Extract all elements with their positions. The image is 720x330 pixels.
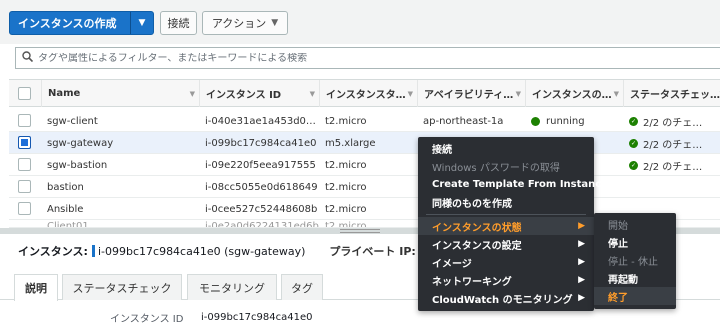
menu-item-instance-state[interactable]: インスタンスの状態 ▶ [418, 217, 594, 235]
menu-item-get-windows-password[interactable]: Windows パスワードの取得 [418, 157, 594, 175]
instance-name: bastion [47, 181, 84, 193]
menu-item-instance-settings[interactable]: インスタンスの設定 ▶ [418, 235, 594, 253]
instance-id: i-0e2a0d6224131ed6b [205, 220, 319, 228]
instance-type: t2.micro [325, 115, 367, 127]
actions-label: アクション [211, 17, 267, 30]
detail-field-row: インスタンス ID i-099bc17c984ca41e0 [0, 308, 720, 326]
menu-item-start[interactable]: 開始 [594, 215, 676, 233]
selected-indicator [91, 245, 95, 257]
menu-divider [426, 214, 586, 215]
running-status-icon [531, 116, 540, 126]
connect-button[interactable]: 接続 [160, 11, 197, 35]
menu-item-stop-hibernate[interactable]: 停止 - 休止 [594, 251, 676, 269]
toolbar: インスタンスの作成 ▼ 接続 アクション ▼ [0, 0, 720, 44]
check-ok-icon: ✓ [629, 138, 638, 148]
filter-search-bar[interactable] [15, 47, 720, 69]
row-checkbox[interactable] [18, 136, 31, 149]
search-input[interactable] [38, 52, 688, 64]
actions-button[interactable]: アクション ▼ [202, 11, 288, 35]
column-header-instance-type[interactable]: インスタンスタ… ▼ [319, 80, 417, 107]
select-all-checkbox[interactable] [18, 87, 31, 100]
table-row[interactable]: sgw-client i-040e31ae1a453d0… t2.micro a… [9, 110, 720, 132]
menu-item-launch-more-like-this[interactable]: 同様のものを作成 [418, 193, 594, 211]
instance-id: i-099bc17c984ca41e0 [205, 137, 317, 149]
instance-name: sgw-gateway [47, 137, 114, 149]
chevron-right-icon: ▶ [578, 239, 585, 249]
resize-grip-icon[interactable] [340, 229, 380, 233]
menu-item-cloudwatch-monitoring[interactable]: CloudWatch のモニタリング ▶ [418, 289, 594, 307]
menu-item-create-template[interactable]: Create Template From Instance [418, 175, 608, 193]
tab-monitoring[interactable]: モニタリング [187, 274, 277, 300]
tab-status-checks[interactable]: ステータスチェック [62, 274, 182, 300]
menu-item-networking[interactable]: ネットワーキング ▶ [418, 271, 594, 289]
column-header-status-checks[interactable]: ステータスチェッ…▼ [623, 80, 720, 107]
column-header-instance-state[interactable]: インスタンスの… ▼ [525, 80, 623, 107]
instance-id: i-0cee527c52448608b [205, 203, 318, 215]
instance-type: t2.micro [325, 159, 367, 171]
chevron-right-icon: ▶ [578, 275, 585, 285]
menu-item-stop[interactable]: 停止 [594, 233, 676, 251]
instance-type: m5.xlarge [325, 137, 376, 149]
menu-item-reboot[interactable]: 再起動 [594, 269, 676, 287]
row-checkbox[interactable] [18, 180, 31, 193]
chevron-down-icon: ▼ [271, 18, 279, 28]
menu-item-terminate[interactable]: 終了 [594, 287, 676, 305]
instance-id: i-08cc5055e0d618649 [205, 181, 318, 193]
check-ok-icon: ✓ [629, 116, 638, 126]
search-icon [16, 51, 38, 65]
instance-name: Ansible [47, 203, 84, 215]
row-checkbox[interactable] [18, 158, 31, 171]
context-menu: 接続 Windows パスワードの取得 Create Template From… [418, 137, 608, 311]
instance-type: t2.micro [325, 203, 367, 215]
row-checkbox[interactable] [18, 114, 31, 127]
instance-id: i-09e220f5eea917555 [205, 159, 316, 171]
table-row[interactable]: bastion i-08cc5055e0d618649 t2.micro [9, 176, 720, 198]
field-label: インスタンス ID [110, 313, 184, 325]
instance-id: i-040e31ae1a453d0… [205, 115, 316, 127]
column-header-instance-id[interactable]: インスタンス ID ▼ [199, 80, 319, 107]
instance-type: t2.micro [325, 181, 367, 193]
tab-tags[interactable]: タグ [281, 274, 323, 300]
instance-label: インスタンス: [18, 245, 88, 258]
column-header-name[interactable]: Name ▼ [41, 80, 199, 107]
status-checks: ✓ 2/2 のチェ… [629, 160, 703, 173]
field-value: i-099bc17c984ca41e0 [201, 311, 313, 323]
menu-item-image[interactable]: イメージ ▶ [418, 253, 594, 271]
row-checkbox[interactable] [18, 202, 31, 215]
instance-state-submenu: 開始 停止 停止 - 休止 再起動 終了 [594, 213, 676, 309]
chevron-down-icon[interactable]: ▼ [131, 18, 153, 28]
instance-value: i-099bc17c984ca41e0 (sgw-gateway) [97, 244, 306, 258]
instance-name: sgw-client [47, 115, 98, 127]
check-ok-icon: ✓ [629, 160, 638, 170]
chevron-right-icon: ▶ [578, 293, 585, 303]
instance-state: running [525, 110, 623, 132]
tab-description[interactable]: 説明 [14, 274, 58, 301]
table-header: Name ▼ インスタンス ID ▼ インスタンスタ… ▼ アベイラビリティ… ▼ イン… [9, 79, 720, 107]
launch-instance-label: インスタンスの作成 [18, 17, 117, 30]
table-row[interactable]: sgw-gateway i-099bc17c984ca41e0 m5.xlarg… [9, 132, 720, 154]
status-checks: ✓ 2/2 のチェ… [629, 116, 703, 129]
table-row[interactable]: sgw-bastion i-09e220f5eea917555 t2.micro… [9, 154, 720, 176]
instance-name: Client01 [47, 220, 89, 228]
instance-name: sgw-bastion [47, 159, 108, 171]
status-checks: ✓ 2/2 のチェ… [629, 138, 703, 151]
availability-zone: ap-northeast-1a [423, 115, 504, 127]
instance-type: t2.micro [325, 220, 367, 228]
launch-instance-button[interactable]: インスタンスの作成 ▼ [9, 11, 154, 35]
menu-item-connect[interactable]: 接続 [418, 139, 594, 157]
chevron-right-icon: ▶ [578, 257, 585, 267]
chevron-right-icon: ▶ [578, 221, 585, 231]
column-header-availability-zone[interactable]: アベイラビリティ… ▼ [417, 80, 525, 107]
